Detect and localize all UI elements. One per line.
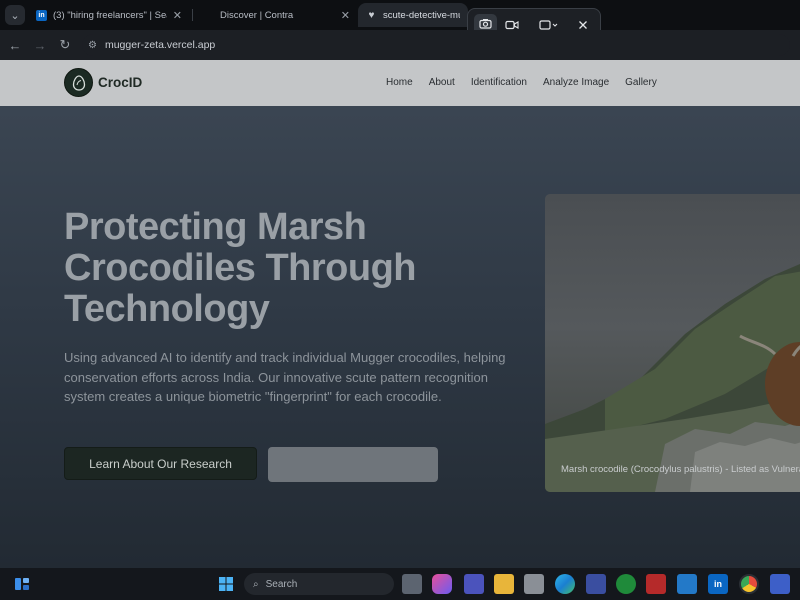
store-icon[interactable] [524, 574, 544, 594]
start-windows-icon[interactable] [216, 574, 236, 594]
brand-name[interactable]: CrocID [98, 75, 142, 90]
nav-link-home[interactable]: Home [386, 77, 413, 88]
browser-tab-strip: ⌄ in (3) "hiring freelancers" | Search ✕… [0, 0, 800, 30]
nav-link-about[interactable]: About [429, 77, 455, 88]
taskbar-search-placeholder: Search [265, 578, 298, 590]
tab-search-button[interactable]: ⌄ [5, 5, 25, 25]
heart-icon: ♥ [368, 9, 375, 21]
linkedin-icon[interactable]: in [708, 574, 728, 594]
taskbar-search-box[interactable]: ⌕ Search [244, 573, 394, 595]
address-bar[interactable]: ⚙ mugger-zeta.vercel.app [82, 34, 790, 56]
hero-image [545, 194, 800, 492]
arrow-right-icon: → [33, 37, 47, 53]
windows-taskbar: ⌕ Search in [0, 568, 800, 600]
nav-link-gallery[interactable]: Gallery [625, 77, 657, 88]
tab-divider [192, 9, 193, 21]
copilot-icon[interactable] [432, 574, 452, 594]
landscape-illustration [545, 264, 800, 492]
camera-icon [479, 19, 492, 29]
chrome-icon[interactable] [739, 574, 759, 594]
chevron-down-icon: ⌄ [10, 9, 20, 22]
tab-linkedin-search[interactable]: in (3) "hiring freelancers" | Search ✕ [28, 3, 190, 27]
tab-title: (3) "hiring freelancers" | Search [53, 9, 167, 21]
close-icon[interactable]: ✕ [341, 9, 350, 22]
contra-icon [203, 10, 214, 21]
reload-button[interactable]: ↻ [56, 36, 74, 54]
vscode-icon[interactable] [677, 574, 697, 594]
tab-title: Discover | Contra [220, 9, 294, 21]
video-camera-icon [505, 20, 519, 29]
close-icon[interactable]: ✕ [173, 9, 182, 22]
site-info-icon[interactable]: ⚙ [88, 40, 97, 51]
logo[interactable] [64, 68, 93, 97]
back-button[interactable]: ← [6, 36, 24, 54]
croc-egg-icon [72, 74, 85, 91]
hero-title: Protecting Marsh Crocodiles Through Tech… [64, 206, 417, 330]
reload-icon: ↻ [59, 37, 71, 52]
hero-subtitle: Using advanced AI to identify and track … [64, 350, 506, 404]
rectangle-snip-icon [539, 19, 558, 30]
teams-icon[interactable] [464, 574, 484, 594]
edge-icon[interactable] [555, 574, 575, 594]
browser-toolbar: ← → ↻ ⚙ mugger-zeta.vercel.app [0, 30, 800, 60]
nav-link-analyze-image[interactable]: Analyze Image [543, 77, 609, 88]
tab-scute-detective[interactable]: ♥ scute-detective-mugger [358, 3, 468, 27]
url-text: mugger-zeta.vercel.app [104, 39, 216, 51]
close-icon [578, 20, 587, 29]
widgets-icon[interactable] [12, 574, 32, 594]
search-icon: ⌕ [253, 578, 259, 590]
snipping-tool-icon[interactable] [586, 574, 606, 594]
recorder-icon[interactable] [770, 574, 790, 594]
arrow-left-icon: ← [8, 37, 22, 53]
web-page: CrocID Home About Identification Analyze… [0, 60, 800, 568]
secondary-cta-button[interactable] [268, 447, 438, 482]
app-icon[interactable] [646, 574, 666, 594]
site-navbar: CrocID Home About Identification Analyze… [0, 60, 800, 106]
file-explorer-icon[interactable] [494, 574, 514, 594]
nav-link-identification[interactable]: Identification [471, 77, 527, 88]
linkedin-icon: in [36, 9, 47, 21]
learn-research-button[interactable]: Learn About Our Research [64, 447, 257, 480]
xbox-icon[interactable] [616, 574, 636, 594]
site-nav-links: Home About Identification Analyze Image … [386, 77, 657, 88]
forward-button[interactable]: → [31, 36, 49, 54]
task-view-icon[interactable] [402, 574, 422, 594]
image-caption: Marsh crocodile (Crocodylus palustris) -… [561, 464, 800, 475]
tab-title: scute-detective-mugger [383, 9, 460, 21]
tab-contra[interactable]: Discover | Contra ✕ [195, 3, 358, 27]
